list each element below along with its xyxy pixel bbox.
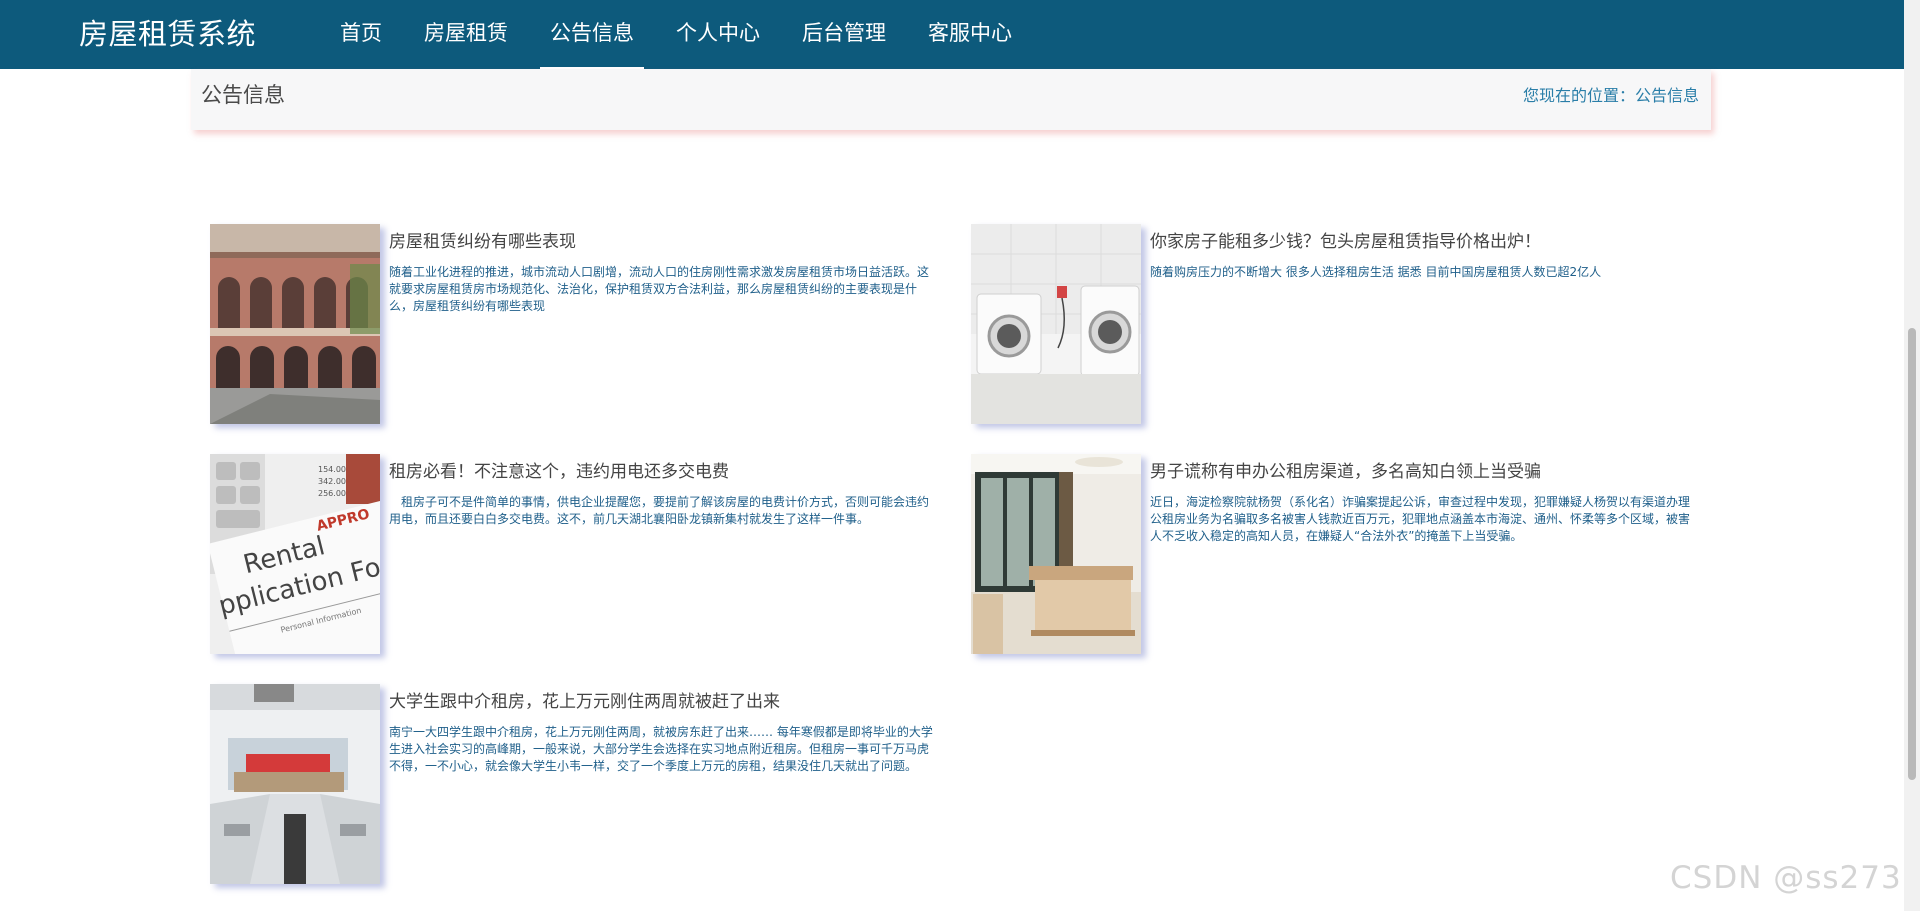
notice-title[interactable]: 房屋租赁纠纷有哪些表现: [389, 230, 949, 254]
notice-thumbnail-kitchen[interactable]: [210, 684, 380, 884]
notice-card: 你家房子能租多少钱？包头房屋租赁指导价格出炉！ 随着购房压力的不断增大 很多人选…: [971, 224, 1701, 424]
notice-title[interactable]: 大学生跟中介租房，花上万元刚住两周就被赶了出来: [389, 690, 949, 714]
page-scrollbar[interactable]: [1904, 0, 1920, 911]
svg-text:154.00: 154.00: [318, 465, 346, 474]
notice-title[interactable]: 租房必看！不注意这个，违约用电还多交电费: [389, 460, 949, 484]
notice-title[interactable]: 男子谎称有申办公租房渠道，多名高知白领上当受骗: [1150, 460, 1710, 484]
csdn-watermark: CSDN @ss273: [1670, 860, 1902, 896]
kitchen-image: [210, 684, 380, 884]
building-arcade-image: [210, 224, 380, 424]
washing-machines-image: [971, 224, 1141, 424]
nav-personal-center[interactable]: 个人中心: [666, 0, 770, 69]
notice-summary: 租房子可不是件简单的事情，供电企业提醒您，要提前了解该房屋的电费计价方式，否则可…: [389, 495, 930, 526]
notice-card: 房屋租赁纠纷有哪些表现 随着工业化进程的推进，城市流动人口剧增，流动人口的住房刚…: [210, 224, 940, 424]
breadcrumb: 您现在的位置：公告信息: [1523, 85, 1699, 107]
breadcrumb-panel: 公告信息 您现在的位置：公告信息: [191, 69, 1711, 130]
bedroom-image: [971, 454, 1141, 654]
nav-announcements[interactable]: 公告信息: [540, 0, 644, 69]
notice-card: 男子谎称有申办公租房渠道，多名高知白领上当受骗 近日，海淀检察院就杨贺（系化名）…: [971, 454, 1701, 654]
site-logo-text[interactable]: 房屋租赁系统: [79, 14, 256, 54]
svg-text:256.00: 256.00: [318, 489, 346, 498]
breadcrumb-prefix: 您现在的位置：: [1522, 86, 1635, 105]
notice-card: 大学生跟中介租房，花上万元刚住两周就被赶了出来 南宁一大四学生跟中介租房，花上万…: [210, 684, 940, 884]
svg-text:342.00: 342.00: [318, 477, 346, 486]
notice-thumbnail-bedroom[interactable]: [971, 454, 1141, 654]
main-nav: 首页 房屋租赁 公告信息 个人中心 后台管理 客服中心: [330, 0, 1044, 69]
notice-title[interactable]: 你家房子能租多少钱？包头房屋租赁指导价格出炉！: [1150, 230, 1710, 254]
notice-card: 154.00 342.00 256.00 Rental pplication Fo …: [210, 454, 940, 654]
notice-thumbnail-building[interactable]: [210, 224, 380, 424]
notice-summary: 近日，海淀检察院就杨贺（系化名）诈骗案提起公诉，审查过程中发现，犯罪嫌疑人杨贺以…: [1150, 495, 1691, 543]
nav-admin[interactable]: 后台管理: [792, 0, 896, 69]
nav-house-rental[interactable]: 房屋租赁: [414, 0, 518, 69]
page-title: 公告信息: [201, 83, 285, 107]
notice-summary: 随着工业化进程的推进，城市流动人口剧增，流动人口的住房刚性需求激发房屋租赁市场日…: [389, 265, 930, 313]
notice-summary: 南宁一大四学生跟中介租房，花上万元刚住两周，就被房东赶了出来…… 每年寒假都是即…: [389, 725, 933, 773]
notice-thumbnail-washer[interactable]: [971, 224, 1141, 424]
nav-home[interactable]: 首页: [330, 0, 392, 69]
scrollbar-thumb[interactable]: [1908, 328, 1916, 780]
rental-application-form-image: 154.00342.00256.00 Rental pplication Fo …: [210, 454, 380, 654]
nav-customer-service[interactable]: 客服中心: [918, 0, 1022, 69]
notice-thumbnail-rental-form[interactable]: 154.00 342.00 256.00 Rental pplication Fo …: [210, 454, 380, 654]
breadcrumb-current-link[interactable]: 公告信息: [1635, 86, 1699, 105]
notice-summary: 随着购房压力的不断增大 很多人选择租房生活 据悉 目前中国房屋租赁人数已超2亿人: [1150, 265, 1602, 279]
top-navbar: 房屋租赁系统 首页 房屋租赁 公告信息 个人中心 后台管理 客服中心: [0, 0, 1904, 69]
